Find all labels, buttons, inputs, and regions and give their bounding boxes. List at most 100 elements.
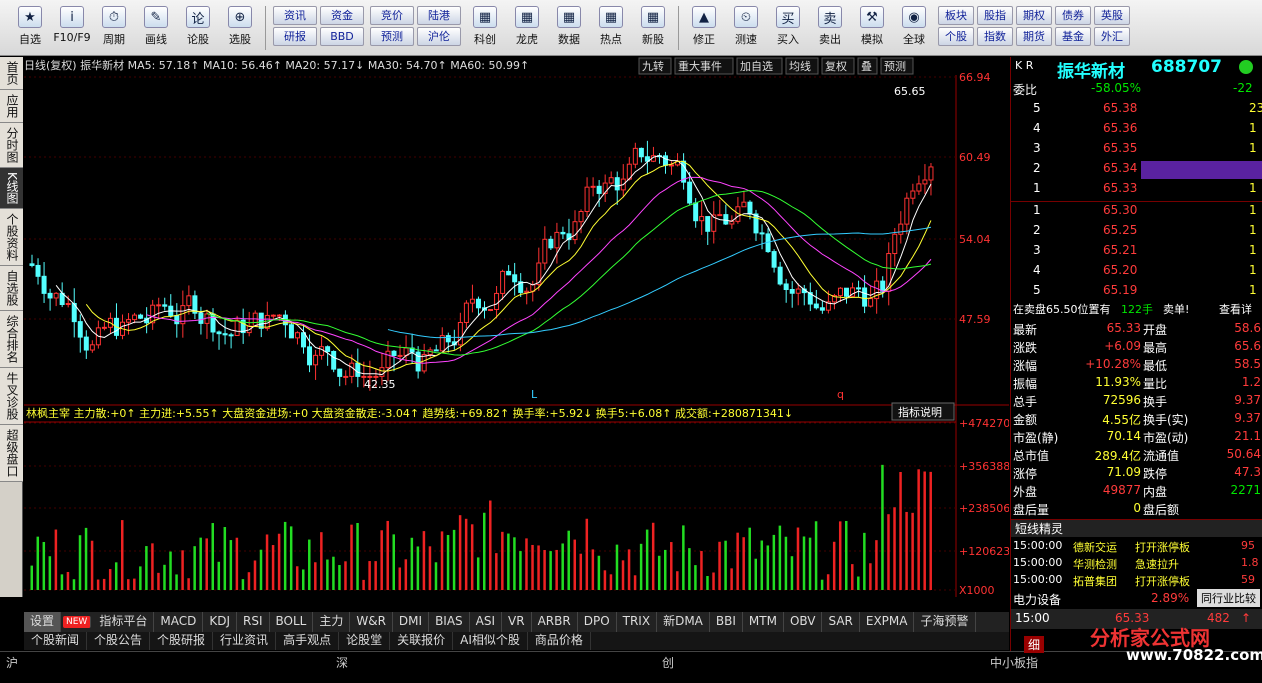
toolbar2-2-button[interactable]: ▦ 数据 [549, 6, 589, 54]
low-label: 42.35 [364, 378, 396, 391]
indicator-tab[interactable]: EXPMA [860, 612, 915, 632]
indicator-tab[interactable]: BIAS [429, 612, 470, 632]
short-title[interactable]: 短线精灵 [1015, 520, 1063, 537]
indicator-tab[interactable]: TRIX [617, 612, 658, 632]
indicator-tab[interactable]: OBV [784, 612, 823, 632]
toolbar2-3-button[interactable]: ▦ 热点 [591, 6, 631, 54]
sell-price[interactable]: 65.36 [1103, 121, 1137, 135]
toolbar-0-button[interactable]: ★ 自选 [10, 6, 50, 54]
grid1-button[interactable]: BBD [320, 27, 364, 46]
grid1-button[interactable]: 资讯 [273, 6, 317, 25]
toolbar3-0-button[interactable]: ▲ 修正 [684, 6, 724, 54]
indicator-tab[interactable]: RSI [237, 612, 270, 632]
info-tab[interactable]: 高手观点 [276, 632, 340, 650]
sell-price[interactable]: 65.34 [1103, 161, 1137, 175]
market-button[interactable]: 基金 [1055, 27, 1091, 46]
toolbar-1-button[interactable]: i F10/F9 [52, 6, 92, 54]
buy-price[interactable]: 65.25 [1103, 223, 1137, 237]
toolbar3-5-button[interactable]: ◉ 全球 [894, 6, 934, 54]
market-button[interactable]: 股指 [977, 6, 1013, 25]
leftnav-item[interactable]: 分时图 [0, 123, 23, 168]
indicator-tab[interactable]: W&R [350, 612, 393, 632]
market-button[interactable]: 债券 [1055, 6, 1091, 25]
status-sh[interactable]: 沪 [6, 654, 18, 671]
sell-price[interactable]: 65.33 [1103, 181, 1137, 195]
status-icon[interactable] [1239, 60, 1253, 74]
short-stock[interactable]: 德新交运 [1073, 539, 1117, 555]
indicator-tab[interactable]: 指标平台 [93, 612, 155, 632]
buy-price[interactable]: 65.30 [1103, 203, 1137, 217]
toolbar3-3-button[interactable]: 卖卖出 [810, 6, 850, 54]
toolbar-2-button[interactable]: ⏱ 周期 [94, 6, 134, 54]
indicator-tab[interactable]: SAR [822, 612, 860, 632]
grid1-button[interactable]: 资金 [320, 6, 364, 25]
status-cy[interactable]: 创 [662, 654, 674, 671]
grid2-button[interactable]: 竞价 [370, 6, 414, 25]
market-button[interactable]: 指数 [977, 27, 1013, 46]
indicator-tab[interactable]: ASI [470, 612, 503, 632]
info-tab[interactable]: 关联报价 [390, 632, 454, 650]
market-button[interactable]: 英股 [1094, 6, 1130, 25]
indicator-tab[interactable]: 子海预警 [914, 612, 976, 632]
info-tab[interactable]: AI相似个股 [453, 632, 528, 650]
toolbar3-1-button[interactable]: ⏲ 测速 [726, 6, 766, 54]
info-tab[interactable]: 个股新闻 [24, 632, 88, 650]
toolbar-3-button[interactable]: ✎ 画线 [136, 6, 176, 54]
indicator-tab[interactable]: MACD [154, 612, 204, 632]
info-tab[interactable]: 行业资讯 [213, 632, 277, 650]
indicator-tab[interactable]: ARBR [532, 612, 578, 632]
sell-price[interactable]: 65.38 [1103, 101, 1137, 115]
kline-chart[interactable]: 日线(复权) 振华新材 MA5: 57.18↑ MA10: 56.46↑ MA2… [24, 57, 1009, 597]
short-stock[interactable]: 华测检测 [1073, 556, 1117, 572]
indicator-tab[interactable]: NEW [63, 616, 92, 628]
indicator-tab[interactable]: 设置 [24, 612, 62, 632]
status-zxb[interactable]: 中小板指 [990, 654, 1038, 671]
grid2-button[interactable]: 预测 [370, 27, 414, 46]
leftnav-item[interactable]: K线图 [0, 168, 23, 209]
indicator-tab[interactable]: DMI [393, 612, 430, 632]
buy-price[interactable]: 65.21 [1103, 243, 1137, 257]
info-tab[interactable]: 个股研报 [150, 632, 214, 650]
market-button[interactable]: 个股 [938, 27, 974, 46]
info-tab[interactable]: 个股公告 [87, 632, 151, 650]
toolbar-5-button[interactable]: ⊕ 选股 [220, 6, 260, 54]
sector-compare-button[interactable]: 同行业比较 [1197, 589, 1260, 607]
toolbar3-2-button[interactable]: 买买入 [768, 6, 808, 54]
grid1-button[interactable]: 研报 [273, 27, 317, 46]
indicator-tab[interactable]: MTM [743, 612, 784, 632]
grid2-button[interactable]: 陆港 [417, 6, 461, 25]
indicator-tab[interactable]: BBI [710, 612, 743, 632]
indicator-tab[interactable]: DPO [578, 612, 617, 632]
short-stock[interactable]: 拓普集团 [1073, 573, 1117, 589]
indicator-tab[interactable]: KDJ [203, 612, 237, 632]
status-fine[interactable]: 细 [1024, 636, 1045, 653]
info-tab[interactable]: 商品价格 [528, 632, 591, 650]
buy-price[interactable]: 65.20 [1103, 263, 1137, 277]
toolbar2-0-button[interactable]: ▦ 科创 [465, 6, 505, 54]
toolbar3-4-button[interactable]: ⚒ 模拟 [852, 6, 892, 54]
sell-price[interactable]: 65.35 [1103, 141, 1137, 155]
market-button[interactable]: 板块 [938, 6, 974, 25]
leftnav-item[interactable]: 首页 [0, 57, 23, 90]
buy-price[interactable]: 65.19 [1103, 283, 1137, 297]
indicator-tab[interactable]: VR [502, 612, 532, 632]
market-button[interactable]: 期权 [1016, 6, 1052, 25]
grid2-button[interactable]: 沪伦 [417, 27, 461, 46]
leftnav-item[interactable]: 综合排名 [0, 310, 23, 368]
leftnav-item[interactable]: 个股资料 [0, 208, 23, 266]
view-detail-link[interactable]: 查看详 [1219, 301, 1252, 317]
status-sz[interactable]: 深 [336, 654, 348, 671]
indicator-tab[interactable]: BOLL [270, 612, 314, 632]
leftnav-item[interactable]: 应用 [0, 90, 23, 123]
market-button[interactable]: 外汇 [1094, 27, 1130, 46]
toolbar-4-button[interactable]: 论论股 [178, 6, 218, 54]
leftnav-item[interactable]: 自选股 [0, 265, 23, 311]
leftnav-item[interactable]: 超级盘口 [0, 424, 23, 482]
leftnav-item[interactable]: 牛叉诊股 [0, 367, 23, 425]
toolbar2-1-button[interactable]: ▦ 龙虎 [507, 6, 547, 54]
indicator-tab[interactable]: 主力 [313, 612, 351, 632]
toolbar2-4-button[interactable]: ▦ 新股 [633, 6, 673, 54]
market-button[interactable]: 期货 [1016, 27, 1052, 46]
indicator-tab[interactable]: 新DMA [657, 612, 710, 632]
info-tab[interactable]: 论股堂 [339, 632, 391, 650]
